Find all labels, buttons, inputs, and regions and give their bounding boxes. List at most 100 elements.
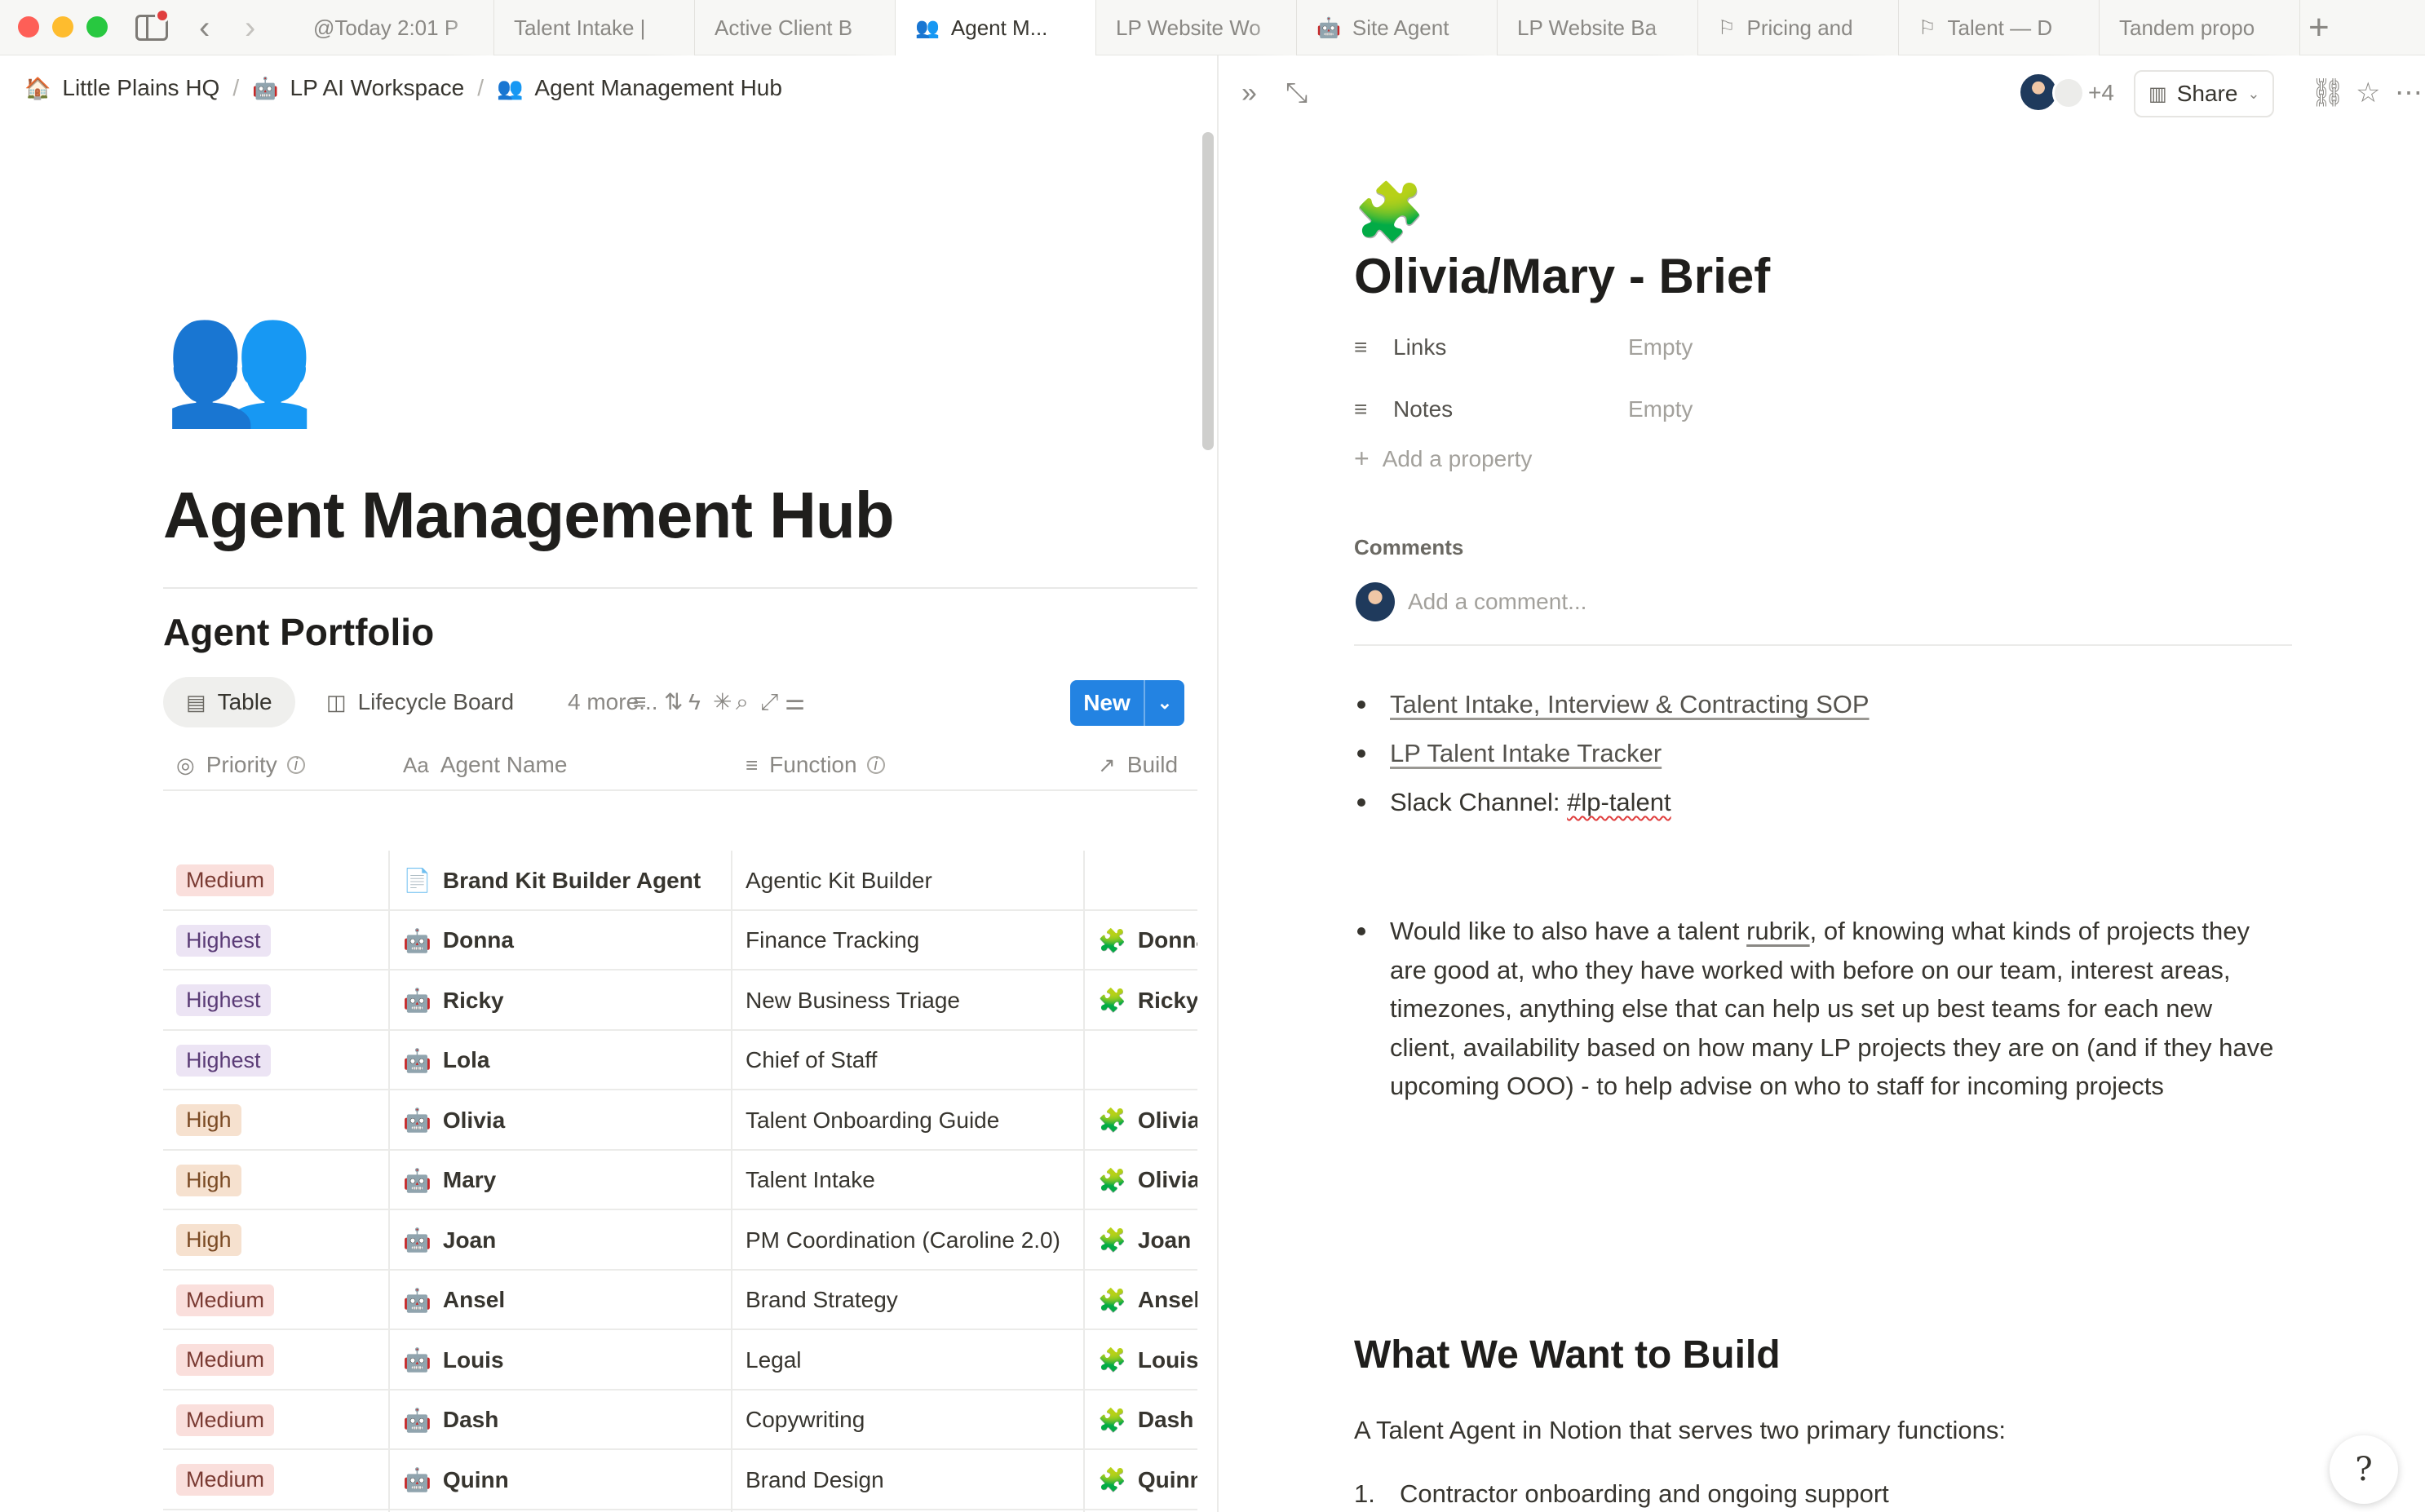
column-header-agent-name[interactable]: Aa Agent Name xyxy=(403,739,567,791)
slack-channel-link[interactable]: #lp-talent xyxy=(1567,788,1671,816)
function-cell[interactable]: Legal xyxy=(732,1330,1085,1390)
settings-sliders-icon[interactable]: ⚌ xyxy=(785,688,805,716)
agent-name-cell[interactable]: 🤖 Mary xyxy=(390,1150,732,1210)
priority-cell[interactable]: Highest xyxy=(163,1030,390,1090)
breadcrumb-item-hq[interactable]: 🏠 Little Plains HQ xyxy=(24,75,219,101)
priority-cell[interactable]: Highest xyxy=(163,910,390,970)
tab-6[interactable]: LP Website Ba xyxy=(1498,0,1698,55)
table-row[interactable]: Medium 📄 Brand Kit Builder Agent Agentic Ki… xyxy=(163,851,1197,911)
collaborator-count[interactable]: +4 xyxy=(2088,80,2114,106)
copy-link-icon[interactable]: ⛓ xyxy=(2310,77,2345,109)
tab-0[interactable]: @Today 2:01 P xyxy=(294,0,494,55)
build-cell[interactable]: 🧩 Dash xyxy=(1085,1390,1197,1451)
build-link[interactable]: Ansel xyxy=(1138,1287,1197,1313)
star-icon[interactable]: ☆ xyxy=(2356,77,2380,109)
build-link[interactable]: Quinn xyxy=(1138,1467,1197,1493)
zoom-window-button[interactable] xyxy=(86,16,108,38)
build-link[interactable]: Dash xyxy=(1138,1407,1193,1433)
table-row[interactable]: Highest 🤖 Donna Finance Tracking 🧩 Donna xyxy=(163,910,1197,970)
priority-cell[interactable]: Medium xyxy=(163,1390,390,1450)
agent-name-cell[interactable]: 🤖 Dash xyxy=(390,1390,732,1450)
breadcrumb-item-workspace[interactable]: 🤖 LP AI Workspace xyxy=(252,75,464,101)
tab-7[interactable]: ⚐ Pricing and xyxy=(1698,0,1899,55)
agent-name-cell[interactable]: 🤖 Quinn xyxy=(390,1450,732,1510)
build-link[interactable]: Ricky xyxy=(1138,988,1197,1014)
table-row[interactable]: Medium 🤖 Dash Copywriting 🧩 Dash xyxy=(163,1390,1197,1451)
share-button[interactable]: ▥ Share ⌄ xyxy=(2134,70,2274,117)
property-notes[interactable]: ≡ Notes Empty xyxy=(1354,385,1693,434)
function-cell[interactable]: Brand Strategy xyxy=(732,1270,1085,1330)
add-property-button[interactable]: + Add a property xyxy=(1354,444,1532,474)
property-value[interactable]: Empty xyxy=(1628,334,1693,360)
table-row[interactable]: Medium 🤖 Ansel Brand Strategy 🧩 Ansel xyxy=(163,1270,1197,1330)
people-icon[interactable]: 👥 xyxy=(163,300,316,422)
property-value[interactable]: Empty xyxy=(1628,396,1693,422)
priority-cell[interactable]: Medium xyxy=(163,1330,390,1390)
agent-name-cell[interactable]: 🤖 Joan xyxy=(390,1210,732,1271)
minimize-window-button[interactable] xyxy=(52,16,73,38)
tab-4[interactable]: LP Website Wo xyxy=(1096,0,1297,55)
ai-sparkle-icon[interactable]: ✳ xyxy=(713,688,732,716)
priority-cell[interactable]: High xyxy=(163,1090,390,1151)
priority-cell[interactable]: High xyxy=(163,1210,390,1271)
priority-cell[interactable]: Medium xyxy=(163,1270,390,1330)
priority-cell[interactable]: Medium xyxy=(163,1450,390,1510)
avatar[interactable] xyxy=(2052,77,2085,109)
function-cell[interactable]: Talent Onboarding Guide xyxy=(732,1090,1085,1151)
function-cell[interactable]: Agentic Kit Builder xyxy=(732,851,1085,911)
function-cell[interactable]: PM Coordination (Caroline 2.0) xyxy=(732,1210,1085,1271)
function-cell[interactable]: Brand Design xyxy=(732,1450,1085,1510)
close-window-button[interactable] xyxy=(18,16,39,38)
comment-input[interactable]: Add a comment... xyxy=(1408,589,1586,615)
table-row[interactable]: Highest 🤖 Lola Chief of Staff xyxy=(163,1030,1197,1091)
tab-9[interactable]: Tandem propo xyxy=(2100,0,2300,55)
table-row[interactable]: High 🤖 Joan PM Coordination (Caroline 2.0) 🧩… xyxy=(163,1210,1197,1271)
build-link[interactable]: Joan xyxy=(1138,1227,1191,1253)
table-row[interactable]: Medium 🤖 Quinn Brand Design 🧩 Quinn xyxy=(163,1450,1197,1510)
build-cell[interactable]: 🧩 Louis xyxy=(1085,1330,1197,1390)
build-cell[interactable]: 🧩 Joan xyxy=(1085,1210,1197,1271)
build-link[interactable]: Donna xyxy=(1138,927,1197,953)
tab-3[interactable]: 👥 Agent M... xyxy=(896,0,1096,55)
filter-icon[interactable]: ≡ xyxy=(633,688,646,716)
build-cell[interactable] xyxy=(1085,1031,1197,1091)
tab-5[interactable]: 🤖 Site Agent xyxy=(1297,0,1498,55)
chevron-down-icon[interactable]: ⌄ xyxy=(1145,692,1184,714)
build-cell[interactable] xyxy=(1085,851,1197,911)
puzzle-icon[interactable]: 🧩 xyxy=(1354,179,1425,245)
scrollbar-thumb[interactable] xyxy=(1202,132,1214,450)
build-cell[interactable]: 🧩 Ricky xyxy=(1085,970,1197,1031)
expand-icon[interactable]: ⤢ xyxy=(760,688,778,716)
new-record-button[interactable]: New ⌄ xyxy=(1070,680,1184,726)
agent-name-cell[interactable]: 🤖 Ricky xyxy=(390,970,732,1031)
priority-cell[interactable]: Highest xyxy=(163,970,390,1031)
tab-8[interactable]: ⚐ Talent — D xyxy=(1899,0,2100,55)
table-row[interactable]: Medium 🤖 Louis Legal 🧩 Louis xyxy=(163,1330,1197,1390)
open-full-page-icon[interactable]: ⤡ xyxy=(1286,77,1308,109)
agent-name-cell[interactable]: 🤖 Donna xyxy=(390,910,732,970)
search-icon[interactable]: ⌕ xyxy=(736,688,749,716)
build-link[interactable]: Olivia xyxy=(1138,1107,1197,1134)
priority-cell[interactable]: Medium xyxy=(163,851,390,911)
tab-1[interactable]: Talent Intake | xyxy=(494,0,695,55)
table-row[interactable]: High 🤖 Mary Talent Intake 🧩 Olivia xyxy=(163,1150,1197,1210)
column-header-function[interactable]: ≡ Function i xyxy=(746,739,885,791)
notion-ai-help-button[interactable]: ? xyxy=(2330,1435,2398,1504)
automation-bolt-icon[interactable]: ϟ xyxy=(688,688,701,716)
function-cell[interactable]: Copywriting xyxy=(732,1390,1085,1450)
function-cell[interactable]: Finance Tracking xyxy=(732,910,1085,970)
tab-lifecycle-board[interactable]: ◫ Lifecycle Board xyxy=(326,677,514,727)
forward-arrow-icon[interactable]: › xyxy=(245,11,255,44)
function-cell[interactable]: Talent Intake xyxy=(732,1150,1085,1210)
close-peek-chevrons-icon[interactable]: » xyxy=(1241,77,1257,109)
tab-2[interactable]: Active Client B xyxy=(695,0,896,55)
column-header-priority[interactable]: ◎ Priority i xyxy=(176,739,305,791)
sop-link[interactable]: Talent Intake, Interview & Contracting S… xyxy=(1390,690,1870,718)
build-link[interactable]: Louis xyxy=(1138,1347,1197,1373)
agent-name-cell[interactable]: 🤖 Louis xyxy=(390,1330,732,1390)
build-cell[interactable]: 🧩 Olivia xyxy=(1085,1090,1197,1151)
function-cell[interactable]: New Business Triage xyxy=(732,970,1085,1031)
function-cell[interactable]: Chief of Staff xyxy=(732,1030,1085,1090)
more-options-icon[interactable]: ⋯ xyxy=(2395,77,2423,109)
build-link[interactable]: Olivia xyxy=(1138,1167,1197,1193)
